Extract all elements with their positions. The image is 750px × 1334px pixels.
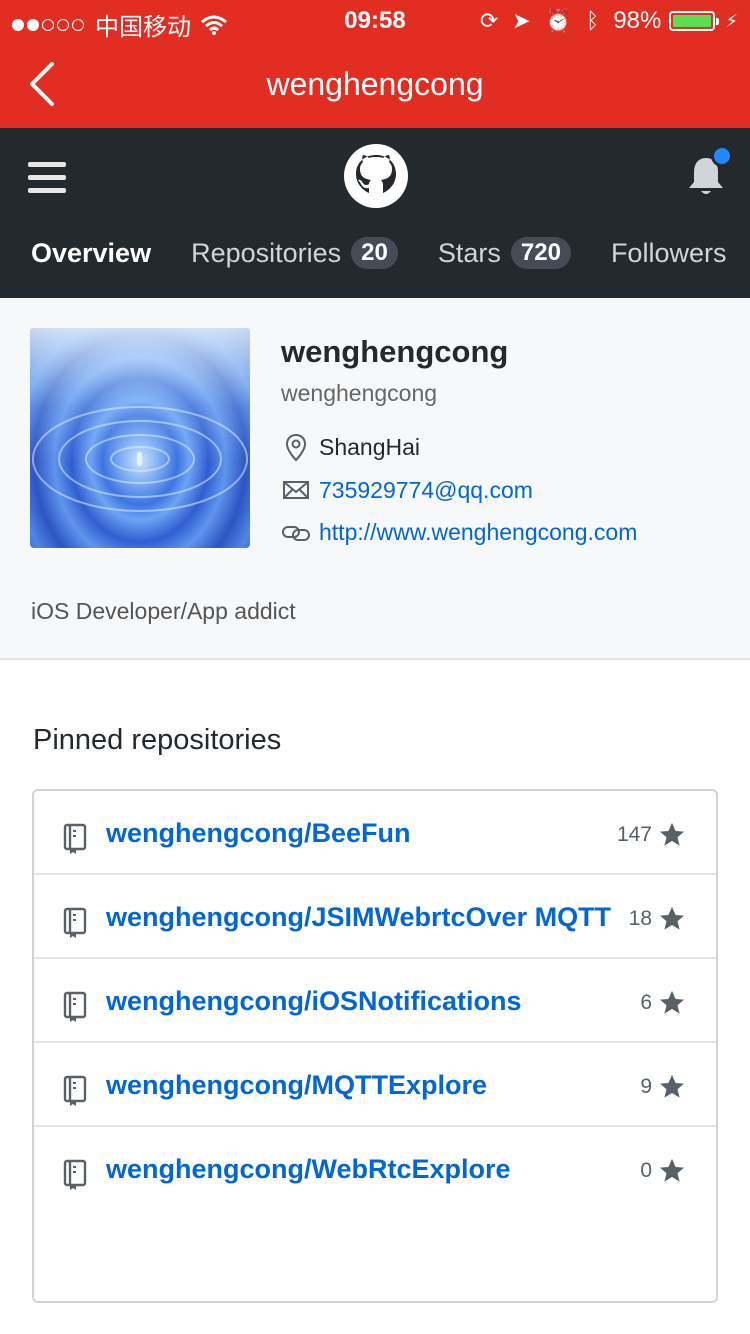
location-arrow-icon: ➤ (512, 8, 531, 33)
repo-stars: 6 (640, 989, 686, 1017)
repo-star-count: 9 (640, 1075, 652, 1098)
star-icon (660, 907, 684, 930)
avatar[interactable] (30, 328, 250, 548)
repo-book-icon (63, 823, 87, 854)
repo-book-icon (63, 1159, 87, 1190)
tab-stars[interactable]: Stars 720 (438, 237, 571, 269)
app-top-bar: 中国移动 09:58 ⟳ ➤ ⏰ ᛒ 98% ⚡ wenghengcong (0, 0, 750, 128)
charging-icon: ⚡ (725, 10, 738, 31)
repo-stars: 147 (617, 821, 686, 849)
nav-title: wenghengcong (266, 66, 484, 102)
repo-name[interactable]: wenghengcong/MQTTExplore (106, 1069, 616, 1101)
repo-name[interactable]: wenghengcong/WebRtcExplore (106, 1153, 616, 1185)
battery-icon (669, 11, 720, 31)
pinned-title: Pinned repositories (33, 724, 282, 756)
mail-icon (283, 481, 309, 499)
repo-star-count: 0 (640, 1159, 652, 1182)
hamburger-icon[interactable] (28, 162, 66, 194)
repo-star-count: 6 (640, 991, 652, 1014)
repo-star-count: 18 (628, 907, 652, 930)
profile-website[interactable]: http://www.wenghengcong.com (281, 517, 637, 547)
status-indicators: ⟳ ➤ ⏰ ᛒ 98% ⚡ (480, 7, 738, 35)
location-pin-icon (285, 433, 307, 462)
repo-name[interactable]: wenghengcong/BeeFun (106, 817, 616, 849)
star-icon (660, 823, 684, 846)
status-bar: 中国移动 09:58 ⟳ ➤ ⏰ ᛒ 98% ⚡ (0, 0, 750, 41)
profile-location: ShangHai (281, 432, 420, 462)
alarm-icon: ⏰ (544, 8, 573, 33)
repo-stars: 9 (640, 1073, 686, 1101)
repo-book-icon (63, 907, 87, 938)
profile-login: wenghengcong (281, 380, 438, 406)
profile-card: wenghengcong wenghengcong ShangHai 73592… (0, 298, 750, 660)
star-icon (660, 1159, 684, 1182)
stars-count: 720 (510, 237, 571, 269)
repo-item[interactable]: wenghengcong/MQTTExplore 9 (34, 1043, 716, 1127)
repo-item[interactable]: wenghengcong/JSIMWebrtcOver MQTT 18 (34, 875, 716, 959)
battery-percent: 98% (613, 7, 662, 34)
profile-bio: iOS Developer/App addict (31, 598, 296, 624)
profile-email[interactable]: 735929774@qq.com (281, 475, 533, 505)
repo-item[interactable]: wenghengcong/BeeFun 147 (34, 791, 716, 875)
rotation-lock-icon: ⟳ (479, 8, 499, 33)
notification-badge (711, 145, 733, 167)
repo-name[interactable]: wenghengcong/iOSNotifications (106, 985, 616, 1017)
star-icon (660, 1075, 684, 1098)
repo-stars: 0 (640, 1157, 686, 1185)
github-header: Overview Repositories 20 Stars 720 Follo… (0, 128, 750, 298)
star-icon (660, 991, 684, 1014)
tab-repositories[interactable]: Repositories 20 (191, 237, 398, 269)
repo-item[interactable]: wenghengcong/iOSNotifications 6 (34, 959, 716, 1043)
tab-overview[interactable]: Overview (31, 238, 151, 269)
repo-book-icon (63, 991, 87, 1022)
profile-tabs: Overview Repositories 20 Stars 720 Follo… (0, 228, 750, 278)
repo-stars: 18 (629, 905, 686, 933)
repositories-count: 20 (351, 237, 398, 269)
repo-name[interactable]: wenghengcong/JSIMWebrtcOver MQTT (106, 901, 616, 933)
profile-name: wenghengcong (281, 334, 509, 369)
pinned-repo-list: wenghengcong/BeeFun 147 wenghengcong/JSI… (32, 789, 718, 1303)
navigation-bar: wenghengcong (0, 40, 750, 128)
repo-star-count: 147 (616, 823, 652, 846)
tab-followers[interactable]: Followers (611, 238, 727, 269)
github-octocat-icon[interactable] (343, 143, 409, 209)
repo-book-icon (63, 1075, 87, 1106)
bluetooth-icon: ᛒ (586, 8, 600, 33)
repo-item[interactable]: wenghengcong/WebRtcExplore 0 (34, 1127, 716, 1209)
link-icon (282, 526, 310, 541)
